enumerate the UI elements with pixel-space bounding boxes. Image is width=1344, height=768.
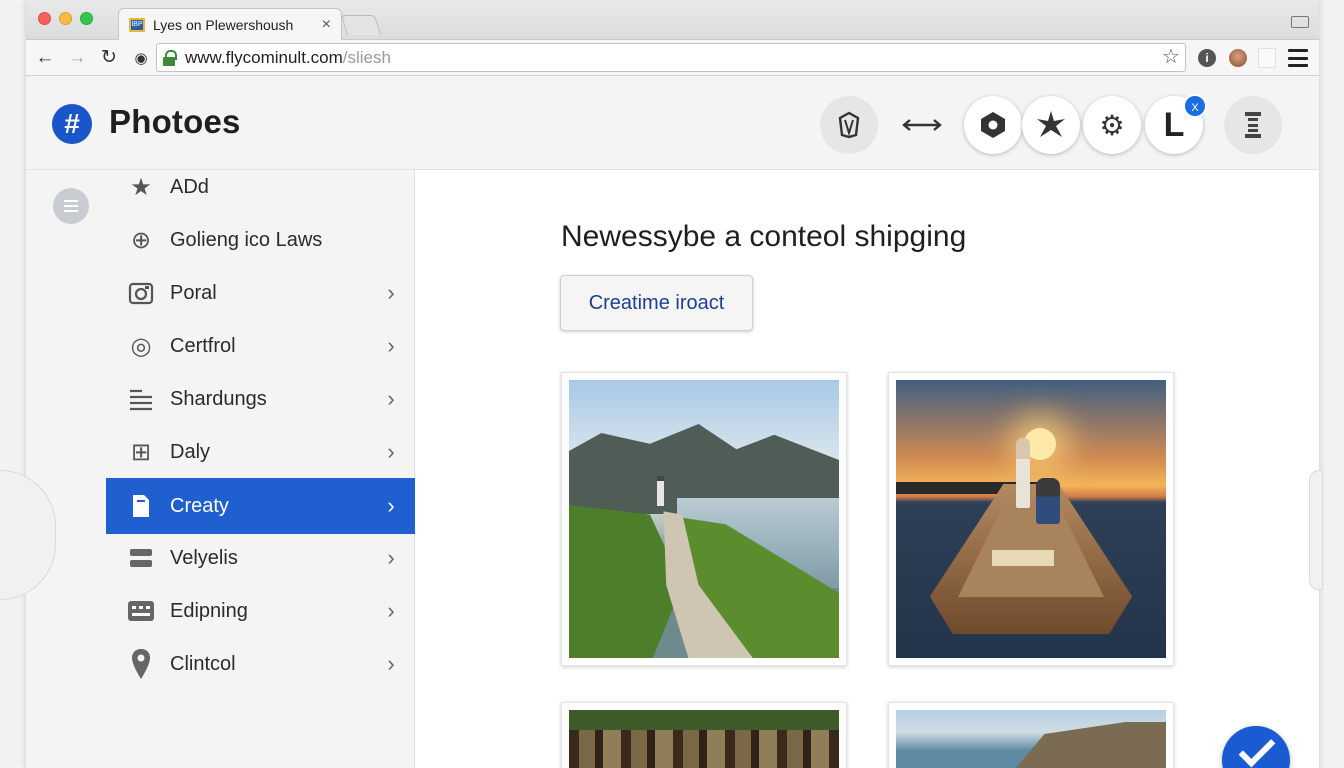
hexagon-settings-icon — [981, 112, 1005, 138]
forest-photo — [569, 710, 839, 768]
plus-square-icon: ⊞ — [130, 438, 152, 466]
chevron-right-icon: › — [387, 333, 395, 358]
photo-card[interactable] — [888, 702, 1174, 768]
browser-window: IBP Lyes on Plewershoush × ← → ↻ ◉ www.f… — [0, 0, 1323, 768]
sidebar-item-creaty[interactable]: Creaty › — [106, 478, 415, 534]
sunset-boat-photo — [896, 380, 1166, 658]
maximize-window-button[interactable] — [80, 12, 93, 25]
back-button[interactable]: ← — [32, 45, 58, 71]
sidebar-item-label: Clintcol — [170, 652, 236, 675]
list-icon — [126, 384, 156, 414]
photo-card[interactable] — [561, 372, 847, 666]
star-burst-icon — [1037, 111, 1065, 137]
page-heading: Newessybe a conteol shipging — [561, 220, 967, 253]
photo-card[interactable] — [888, 372, 1174, 666]
app-logo[interactable]: # — [52, 104, 92, 144]
sidebar-item-poral[interactable]: Poral › — [106, 269, 415, 317]
app-title: Photoes — [109, 103, 241, 140]
chevron-right-icon: › — [387, 598, 395, 623]
sidebar-item-label: Golieng ico Laws — [170, 228, 323, 251]
star-icon: ★ — [130, 173, 152, 201]
coastal-path-photo — [569, 380, 839, 658]
url-host: www.flycominult.com — [185, 47, 343, 67]
crest-icon — [838, 111, 860, 139]
sidebar-item-shardungs[interactable]: Shardungs › — [106, 375, 415, 423]
crest-button[interactable] — [820, 96, 878, 154]
tab-close-icon[interactable]: × — [322, 16, 331, 34]
main-content: Newessybe a conteol shipging Creatime ir… — [415, 170, 1323, 768]
photo-card[interactable] — [561, 702, 847, 768]
chevron-right-icon: › — [387, 439, 395, 464]
hourglass-icon — [1245, 112, 1261, 138]
address-bar[interactable]: www.flycominult.com /sliesh — [156, 43, 1186, 72]
extension-icon[interactable]: ◉ — [128, 45, 154, 71]
chevron-right-icon: › — [387, 545, 395, 570]
plus-circle-icon: ⊕ — [130, 226, 152, 254]
profile-avatar-icon[interactable] — [1229, 49, 1247, 67]
hourglass-button[interactable] — [1224, 96, 1282, 154]
sidebar-item-label: Shardungs — [170, 387, 267, 410]
minimize-window-button[interactable] — [59, 12, 72, 25]
sidebar-item-label: Daly — [170, 440, 211, 463]
chevron-right-icon: › — [387, 493, 395, 518]
browser-tab[interactable]: IBP Lyes on Plewershoush × — [118, 8, 342, 40]
new-tab-button[interactable] — [340, 15, 382, 35]
window-controls — [38, 12, 93, 25]
app-header: # Photoes ⚙ L X — [26, 76, 1319, 170]
browser-menu-icon[interactable] — [1288, 49, 1308, 67]
resize-horizontal-icon — [902, 119, 942, 131]
scroll-handle[interactable] — [1309, 470, 1323, 590]
chevron-right-icon: › — [387, 651, 395, 676]
sidebar-item-label: Certfrol — [170, 334, 236, 357]
favicon-icon: IBP — [129, 17, 145, 32]
tab-strip: IBP Lyes on Plewershoush × — [26, 0, 1319, 40]
sidebar-item-label: ADd — [170, 175, 209, 198]
star-burst-button[interactable] — [1022, 96, 1080, 154]
close-window-button[interactable] — [38, 12, 51, 25]
window-mode-icon[interactable] — [1291, 16, 1309, 28]
info-extension-icon[interactable]: i — [1198, 49, 1216, 67]
forward-button[interactable]: → — [64, 45, 90, 71]
sidebar-item-label: Poral — [170, 281, 217, 304]
reload-button[interactable]: ↻ — [96, 45, 122, 71]
resize-button[interactable] — [893, 96, 951, 154]
sidebar-item-daly[interactable]: ⊞ Daly › — [106, 428, 415, 476]
document-icon — [126, 491, 156, 521]
browser-toolbar: ← → ↻ ◉ www.flycominult.com /sliesh ☆ i — [26, 40, 1319, 76]
hexagon-button[interactable] — [964, 96, 1022, 154]
bookmark-star-icon[interactable]: ☆ — [1162, 44, 1180, 69]
url-path: /sliesh — [342, 47, 391, 67]
chevron-right-icon: › — [387, 386, 395, 411]
location-pin-icon — [126, 649, 156, 679]
sidebar-item-add[interactable]: ★ ADd — [106, 163, 415, 211]
avatar: L — [1163, 105, 1185, 144]
chevron-right-icon: › — [387, 280, 395, 305]
extension-slot[interactable] — [1258, 48, 1276, 68]
lock-icon — [163, 49, 177, 66]
settings-button[interactable]: ⚙ — [1083, 96, 1141, 154]
camera-icon — [126, 278, 156, 308]
layers-icon — [126, 543, 156, 573]
sidebar-item-label: Creaty — [170, 494, 229, 517]
create-project-button[interactable]: Creatime iroact — [560, 275, 753, 331]
sidebar-item-edipning[interactable]: Edipning › — [106, 587, 415, 635]
sidebar-drawer-handle[interactable] — [0, 470, 56, 600]
account-button[interactable]: L X — [1145, 94, 1207, 154]
sidebar-collapse-button[interactable] — [53, 188, 89, 224]
cliff-coast-photo — [896, 710, 1166, 768]
notification-badge[interactable]: X — [1183, 94, 1207, 118]
checkmark-icon — [1238, 730, 1276, 768]
sidebar-item-label: Edipning — [170, 599, 248, 622]
sidebar-item-velyelis[interactable]: Velyelis › — [106, 534, 415, 582]
sidebar: ★ ADd ⊕ Golieng ico Laws Poral › ◎ Certf… — [0, 170, 415, 768]
sidebar-item-label: Velyelis — [170, 546, 238, 569]
sidebar-item-clintcol[interactable]: Clintcol › — [106, 640, 415, 688]
keyboard-icon — [126, 596, 156, 626]
gear-icon: ⚙ — [1099, 109, 1125, 141]
target-icon: ◎ — [130, 332, 152, 360]
sidebar-item-certfrol[interactable]: ◎ Certfrol › — [106, 322, 415, 370]
sidebar-item-golieng[interactable]: ⊕ Golieng ico Laws — [106, 216, 415, 264]
tab-title: Lyes on Plewershoush — [153, 16, 294, 33]
